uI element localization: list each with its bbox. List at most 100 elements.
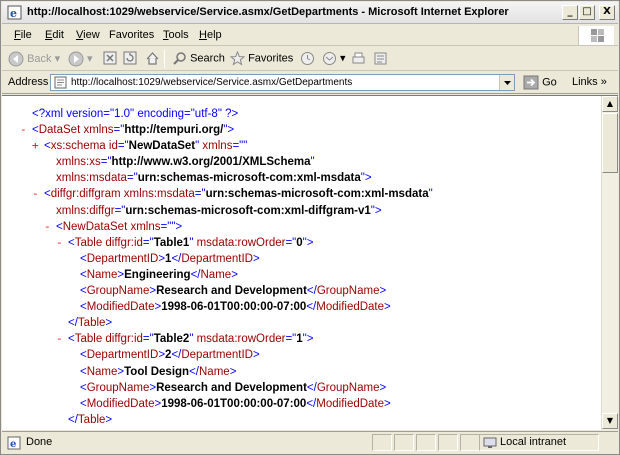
menu-tools[interactable]: Tools — [163, 29, 189, 41]
xml-token: msdata:rowOrder — [193, 236, 286, 249]
menu-view[interactable]: View — [76, 29, 100, 41]
stop-button[interactable] — [103, 51, 117, 67]
chevron-down-icon — [504, 81, 511, 85]
address-input[interactable]: http://localhost:1029/webservice/Service… — [50, 74, 515, 91]
status-bar: e Done Local intranet — [2, 431, 618, 453]
xml-token: > — [384, 301, 391, 314]
mail-button[interactable]: ▾ — [322, 51, 346, 67]
xml-token: GroupName — [86, 381, 150, 394]
xml-token: Table — [77, 413, 106, 426]
xml-line: <GroupName>Research and Development</Gro… — [2, 283, 600, 299]
xml-line[interactable]: - <NewDataSet xmlns=""> — [2, 219, 600, 235]
xml-token: < — [68, 236, 75, 249]
xml-token: Table — [77, 317, 106, 330]
xml-line-text: <Table diffgr:id="Table2" msdata:rowOrde… — [68, 331, 313, 347]
collapse-toggle[interactable]: - — [56, 428, 63, 430]
menu-help[interactable]: Help — [199, 29, 222, 41]
menu-favorites[interactable]: Favorites — [109, 29, 154, 41]
xml-token: </ — [190, 268, 201, 281]
xml-token: urn:schemas-microsoft-com:xml-msdata — [205, 188, 429, 201]
collapse-toggle[interactable]: - — [20, 122, 27, 138]
xml-token: "> — [370, 204, 382, 217]
expand-toggle[interactable]: + — [32, 138, 39, 154]
xml-line-text: <GroupName>Research and Development</Gro… — [80, 380, 386, 396]
intranet-icon — [483, 437, 497, 448]
maximize-button[interactable]: □ — [579, 5, 595, 20]
xml-token: Table — [74, 333, 103, 346]
xml-line-text: <Table diffgr:id="Table3" msdata:rowOrde… — [68, 428, 313, 429]
xml-token: =" — [126, 172, 138, 185]
xml-line-text: <NewDataSet xmlns=""> — [56, 219, 182, 235]
xml-line-text: <Table diffgr:id="Table1" msdata:rowOrde… — [68, 235, 313, 251]
xml-token: GroupName — [86, 285, 150, 298]
xml-token: < — [44, 140, 51, 153]
browser-window: e http://localhost:1029/webservice/Servi… — [0, 0, 620, 455]
xml-token: " — [310, 156, 315, 169]
xml-line-text: <?xml version="1.0" encoding="utf-8" ?> — [32, 106, 238, 122]
xml-token: Table2 — [153, 333, 190, 346]
scroll-up-button[interactable]: ▲ — [602, 96, 618, 112]
xml-token: < — [80, 252, 87, 265]
xml-token: xs:schema — [50, 140, 106, 153]
scroll-thumb[interactable] — [602, 113, 618, 173]
address-bar: Address http://localhost:1029/webservice… — [2, 72, 618, 94]
collapse-toggle[interactable]: - — [44, 219, 51, 235]
history-button[interactable] — [300, 51, 315, 67]
menu-file[interactable]: File — [14, 29, 32, 41]
refresh-button[interactable] — [123, 51, 137, 67]
xml-line-text: <GroupName>Research and Development</Gro… — [80, 283, 386, 299]
xml-token: DataSet — [38, 124, 81, 137]
forward-button[interactable]: ▾ — [68, 51, 93, 67]
collapse-toggle[interactable]: - — [32, 186, 39, 202]
print-button[interactable] — [351, 51, 366, 67]
links-button[interactable]: Links » — [572, 76, 607, 88]
xml-line[interactable]: - <DataSet xmlns="http://tempuri.org/"> — [2, 122, 600, 138]
xml-token: ModifiedDate — [316, 397, 385, 410]
xml-token: </ — [306, 397, 317, 410]
xml-token: DepartmentID — [181, 349, 253, 362]
xml-line[interactable]: - <Table diffgr:id="Table2" msdata:rowOrd… — [2, 331, 600, 347]
xml-token: "> — [223, 124, 235, 137]
svg-text:e: e — [10, 439, 16, 450]
xml-token: DepartmentID — [86, 349, 159, 362]
xml-token: =" — [117, 140, 129, 153]
go-button[interactable]: Go — [523, 75, 557, 90]
scroll-down-button[interactable]: ▼ — [602, 413, 618, 429]
minimize-button[interactable]: _ — [562, 5, 578, 20]
back-button[interactable]: Back ▾ — [8, 51, 60, 67]
xml-token: "> — [360, 172, 372, 185]
xml-token: </ — [306, 381, 317, 394]
xml-line[interactable]: - <Table diffgr:id="Table1" msdata:rowOrd… — [2, 235, 600, 251]
address-dropdown-button[interactable] — [499, 75, 514, 90]
edit-page-button[interactable] — [373, 51, 388, 67]
collapse-toggle[interactable]: - — [56, 235, 63, 251]
title-bar[interactable]: e http://localhost:1029/webservice/Servi… — [2, 2, 618, 24]
xml-token: Name — [200, 268, 232, 281]
search-button[interactable]: Search — [172, 51, 225, 67]
vertical-scrollbar[interactable]: ▲ ▼ — [601, 96, 618, 430]
xml-token: </ — [68, 317, 78, 330]
collapse-toggle[interactable]: - — [56, 331, 63, 347]
xml-token: > — [384, 397, 391, 410]
xml-token: xmlns:xs — [56, 156, 101, 169]
xml-line: xmlns:diffgr="urn:schemas-microsoft-com:… — [2, 203, 600, 219]
menu-edit[interactable]: Edit — [45, 29, 64, 41]
xml-token: " — [428, 188, 433, 201]
xml-line-text: <ModifiedDate>1998-06-01T00:00:00-07:00<… — [80, 396, 391, 412]
home-button[interactable] — [145, 51, 160, 67]
xml-token: urn:schemas-microsoft-com:xml-msdata — [137, 172, 361, 185]
page-content: <?xml version="1.0" encoding="utf-8" ?> -… — [2, 95, 618, 430]
xml-line[interactable]: - <diffgr:diffgram xmlns:msdata="urn:sche… — [2, 186, 600, 202]
home-icon — [146, 52, 159, 65]
refresh-icon — [123, 51, 137, 65]
favorites-star-icon — [230, 51, 245, 66]
close-button[interactable]: X — [599, 5, 615, 20]
xml-token: Name — [86, 365, 118, 378]
xml-line[interactable]: + <xs:schema id="NewDataSet" xmlns="" — [2, 138, 600, 154]
favorites-button[interactable]: Favorites — [230, 51, 293, 67]
xml-token: Name — [199, 365, 230, 378]
xml-line: <Name>Tool Design</Name> — [2, 364, 600, 380]
xml-line-text: </Table> — [68, 412, 112, 428]
xml-line[interactable]: - <Table diffgr:id="Table3" msdata:rowOrd… — [2, 428, 600, 430]
xml-line: <ModifiedDate>1998-06-01T00:00:00-07:00<… — [2, 299, 600, 315]
